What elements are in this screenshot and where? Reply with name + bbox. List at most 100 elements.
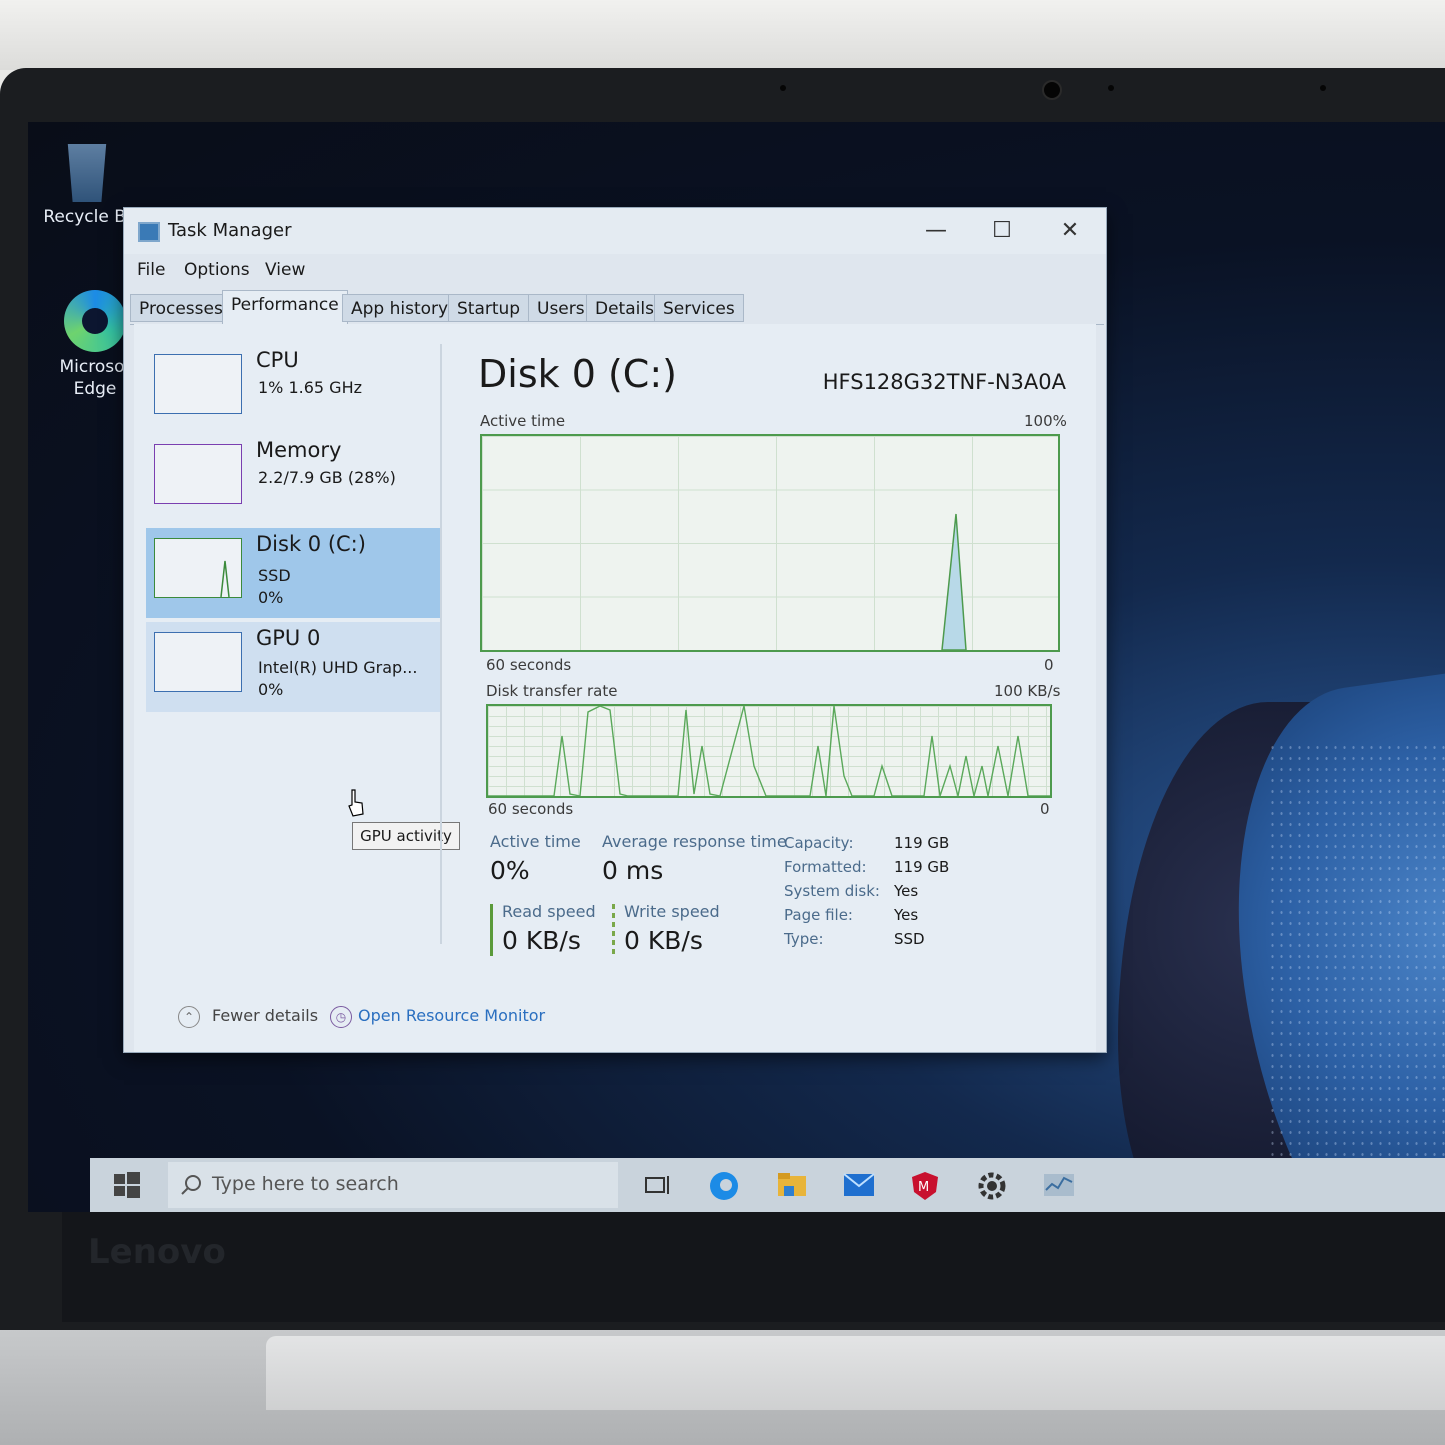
webcam [1042,80,1062,100]
menu-view[interactable]: View [265,260,305,280]
sensor-dot [1108,85,1114,91]
minimize-button[interactable]: — [916,216,956,246]
prop-formatted-value: 119 GB [894,858,950,876]
wallpaper-stars [1268,742,1445,1212]
active-time-graph-label: Active time [480,412,566,430]
active-time-zero: 0 [1044,656,1054,674]
disk-model: HFS128G32TNF-N3A0A [822,370,1066,394]
task-manager-icon [138,222,160,242]
maximize-button[interactable]: ☐ [982,216,1022,246]
active-time-seconds: 60 seconds [486,656,572,674]
brand-logo: Lenovo [88,1232,226,1272]
search-icon [181,1175,201,1195]
read-speed-indicator [490,904,493,956]
sidebar-item-name: CPU [256,348,299,372]
sidebar-item-name: Memory [256,438,342,462]
sidebar-item-disk[interactable]: Disk 0 (C:) SSD 0% [146,528,442,618]
prop-type-label: Type: [784,930,824,948]
tab-performance[interactable]: Performance [222,290,348,324]
sidebar-item-gpu[interactable]: GPU 0 Intel(R) UHD Grap... 0% [146,622,442,712]
laptop-hinge [266,1336,1445,1410]
performance-pane: CPU 1% 1.65 GHz Memory 2.2/7.9 GB (28%) … [134,324,1096,1052]
gpu-tooltip: GPU activity [352,822,460,850]
gpu-mini-graph [154,632,242,692]
tab-app-history[interactable]: App history [342,294,458,322]
sensor-dot [780,85,786,91]
tab-details[interactable]: Details [586,294,663,322]
stat-write-speed-label: Write speed [624,902,720,921]
write-speed-indicator [612,904,615,956]
sidebar-item-name: Disk 0 (C:) [256,532,366,556]
taskbar-search-box[interactable]: Type here to search [168,1162,618,1208]
prop-capacity-label: Capacity: [784,834,854,852]
sensor-dot [1320,85,1326,91]
stat-read-speed-label: Read speed [502,902,596,921]
stat-read-speed-value: 0 KB/s [502,926,581,955]
transfer-rate-label: Disk transfer rate [486,682,618,700]
prop-type-value: SSD [894,930,925,948]
active-time-graph [480,434,1060,652]
stat-active-time-label: Active time [490,832,581,851]
tab-strip: Processes Performance App history Startu… [130,290,1104,325]
stat-avg-response-label: Average response time [602,832,787,851]
desktop-icon-label: Recycle Bi [43,207,131,227]
sidebar-item-sub: 0% [258,680,284,699]
prop-page-file-label: Page file: [784,906,853,924]
edge-icon [64,290,126,352]
active-time-graph-max: 100% [1024,412,1067,430]
svg-text:M: M [918,1180,929,1195]
file-explorer-icon[interactable] [776,1170,806,1200]
fewer-details-link[interactable]: Fewer details [212,1006,318,1025]
task-manager-taskbar-icon[interactable] [1042,1170,1074,1200]
stat-avg-response-value: 0 ms [602,856,664,885]
cpu-mini-graph [154,354,242,414]
windows-start-icon[interactable] [112,1170,142,1200]
disk-mini-graph [154,538,242,598]
task-view-icon[interactable] [642,1170,672,1200]
open-resource-monitor-link[interactable]: Open Resource Monitor [358,1006,545,1025]
tab-users[interactable]: Users [528,294,594,322]
sidebar-item-sub: 0% [258,588,284,607]
menu-bar: File Options View [124,256,1106,286]
prop-page-file-value: Yes [894,906,919,924]
prop-system-disk-label: System disk: [784,882,880,900]
disk-mini-graph-line [220,560,230,598]
chevron-up-icon: ⌃ [178,1006,200,1028]
wall-background [0,0,1445,70]
tab-processes[interactable]: Processes [130,294,232,322]
transfer-rate-graph [486,704,1052,798]
menu-file[interactable]: File [137,260,165,280]
sidebar-item-memory[interactable]: Memory 2.2/7.9 GB (28%) [146,434,442,524]
mail-icon[interactable] [842,1170,875,1200]
transfer-rate-seconds: 60 seconds [488,800,574,818]
sidebar-item-name: GPU 0 [256,626,321,650]
disk-title: Disk 0 (C:) [478,352,677,396]
sidebar-item-cpu[interactable]: CPU 1% 1.65 GHz [146,344,442,434]
menu-options[interactable]: Options [184,260,250,280]
prop-capacity-value: 119 GB [894,834,950,852]
taskbar: Type here to search M [90,1158,1445,1212]
settings-gear-icon[interactable] [976,1170,1006,1200]
title-bar[interactable]: Task Manager — ☐ ✕ [124,208,1106,254]
recycle-bin-icon [67,144,107,202]
prop-system-disk-value: Yes [894,882,919,900]
sidebar-item-sub: Intel(R) UHD Grap... [258,658,418,677]
tab-startup[interactable]: Startup [448,294,530,322]
close-button[interactable]: ✕ [1050,216,1090,246]
transfer-rate-line [488,706,1050,796]
memory-mini-graph [154,444,242,504]
window-title: Task Manager [168,220,292,241]
tab-services[interactable]: Services [654,294,744,322]
stat-active-time-value: 0% [490,856,530,885]
edge-taskbar-icon[interactable] [708,1170,738,1200]
hand-cursor-icon [348,789,364,817]
transfer-rate-zero: 0 [1040,800,1050,818]
laptop-chin [62,1212,1445,1322]
sidebar-item-sub: 2.2/7.9 GB (28%) [258,468,396,487]
mcafee-icon[interactable]: M [910,1170,940,1200]
sidebar-item-sub: 1% 1.65 GHz [258,378,363,397]
pane-divider [440,344,442,944]
task-manager-window: Task Manager — ☐ ✕ File Options View Pro… [124,208,1106,1052]
sidebar-item-sub: SSD [258,566,291,585]
resource-list: CPU 1% 1.65 GHz Memory 2.2/7.9 GB (28%) … [146,344,446,724]
